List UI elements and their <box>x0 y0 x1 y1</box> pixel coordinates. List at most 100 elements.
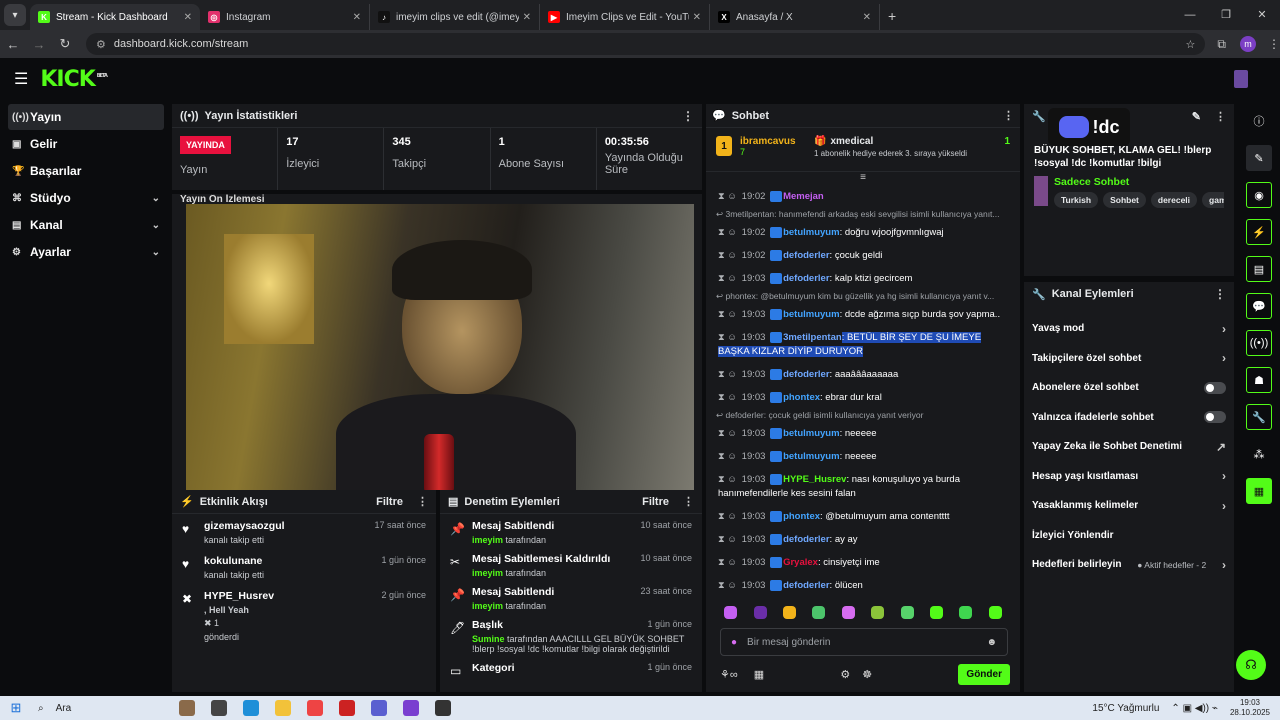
sidebar-item-yayın[interactable]: ((•)) Yayın <box>8 104 164 130</box>
taskbar-search[interactable]: Ara <box>56 703 72 714</box>
edit-icon[interactable]: ✎ <box>1246 145 1272 171</box>
edit-icon[interactable]: ✎ <box>1192 110 1201 123</box>
stream-tag[interactable]: gaming <box>1202 192 1224 208</box>
channel-action-yavaş-mod[interactable]: Yavaş mod › <box>1024 314 1234 344</box>
browser-tab[interactable]: X Anasayfa / X ✕ <box>710 4 880 30</box>
moderation-by-user[interactable]: imeyim <box>472 535 503 545</box>
toggle-switch[interactable] <box>1204 411 1226 424</box>
chevron-right-icon[interactable]: › <box>1222 469 1226 483</box>
send-button[interactable]: Gönder <box>958 663 1010 685</box>
chevron-right-icon[interactable]: › <box>1222 499 1226 513</box>
shield-icon[interactable]: ☗ <box>1246 367 1272 393</box>
chevron-right-icon[interactable]: › <box>1222 351 1226 365</box>
browser-tab[interactable]: K Stream - Kick Dashboard ✕ <box>30 4 200 30</box>
emoji-icon[interactable]: ☻ <box>986 637 997 648</box>
channel-action-yapay-zeka-ile-sohbet-denetimi[interactable]: Yapay Zeka ile Sohbet Denetimi ↗ <box>1024 432 1234 462</box>
gear-icon[interactable]: ⚙ <box>840 668 850 681</box>
chevron-down-icon[interactable]: ⌄ <box>152 247 160 258</box>
bookmark-star-icon[interactable]: ☆ <box>1186 38 1196 51</box>
chat-username[interactable]: defoderler <box>783 273 829 284</box>
stream-tag[interactable]: Sohbet <box>1103 192 1146 208</box>
settings-icon[interactable]: ⚘∞ <box>720 668 738 681</box>
chat-username[interactable]: defoderler <box>783 250 829 261</box>
chat-username[interactable]: betulmuyum <box>783 428 839 439</box>
chat-username[interactable]: phontex <box>783 511 820 522</box>
activity-filter-button[interactable]: Filtre <box>376 496 403 508</box>
moderation-by-user[interactable]: Sumine <box>472 634 505 644</box>
chat-username[interactable]: phontex <box>783 392 820 403</box>
site-info-icon[interactable]: ⚙ <box>96 38 106 51</box>
chat-username[interactable]: betulmuyum <box>783 309 839 320</box>
channel-action-abonelere-özel-sohbet[interactable]: Abonelere özel sohbet <box>1024 373 1234 403</box>
more-icon[interactable]: ⋮ <box>1215 110 1226 123</box>
forward-icon[interactable]: → <box>26 37 52 52</box>
close-tab-icon[interactable]: ✕ <box>863 12 871 23</box>
browser-menu-icon[interactable]: ⋮ <box>1268 37 1280 51</box>
camera-icon[interactable]: ◉ <box>1246 182 1272 208</box>
file-explorer-icon[interactable] <box>275 700 292 716</box>
search-icon[interactable]: ⌕ <box>38 703 44 714</box>
users-icon[interactable]: ⁂ <box>1246 441 1272 467</box>
close-tab-icon[interactable]: ✕ <box>523 12 531 23</box>
chrome-icon[interactable] <box>307 700 324 716</box>
emote-icon[interactable] <box>988 606 1002 619</box>
copilot-icon[interactable] <box>243 700 260 716</box>
external-link-icon[interactable]: ↗ <box>1216 440 1226 454</box>
clapper-icon[interactable]: ▦ <box>1246 478 1272 504</box>
gifter-name[interactable]: xmedical <box>830 136 873 147</box>
emote-icon[interactable] <box>959 606 973 619</box>
kick-logo[interactable]: KICK BETA <box>40 67 108 92</box>
channel-action-i-zleyici-yönlendir[interactable]: İzleyici Yönlendir <box>1024 521 1234 551</box>
moderation-by-user[interactable]: imeyim <box>472 568 503 578</box>
extensions-icon[interactable]: ⧉ <box>1217 37 1226 52</box>
pinned-user[interactable]: ibramcavus <box>740 136 800 147</box>
app-icon[interactable] <box>339 700 356 716</box>
store-icon[interactable]: ▦ <box>754 668 764 681</box>
app-icon[interactable] <box>403 700 420 716</box>
chat-username[interactable]: defoderler <box>783 534 829 545</box>
sidebar-item-ayarlar[interactable]: ⚙ Ayarlar ⌄ <box>8 239 164 265</box>
stream-tag[interactable]: dereceli <box>1150 192 1198 208</box>
emote-icon[interactable] <box>841 606 855 619</box>
category-name[interactable]: Sadece Sohbet <box>1054 176 1224 188</box>
emote-icon[interactable] <box>900 606 914 619</box>
wrench-icon[interactable]: 🔧 <box>1246 404 1272 430</box>
sidebar-item-başarılar[interactable]: 🏆 Başarılar <box>8 158 164 184</box>
sidebar-item-stüdyo[interactable]: ⌘ Stüdyo ⌄ <box>8 185 164 211</box>
chevron-right-icon[interactable]: › <box>1222 322 1226 336</box>
close-tab-icon[interactable]: ✕ <box>353 12 361 23</box>
tray-icons[interactable]: ⌃ ▣ ◀)) ⌁ <box>1171 703 1218 714</box>
tab-search-icon[interactable]: ▾ <box>4 4 26 26</box>
document-icon[interactable]: ▤ <box>1246 256 1272 282</box>
hamburger-menu-icon[interactable]: ☰ <box>14 69 28 89</box>
windows-start-icon[interactable]: ⊞ <box>4 696 28 720</box>
chat-username[interactable]: defoderler <box>783 369 829 380</box>
broadcast-icon[interactable]: ((•)) <box>1246 330 1272 356</box>
new-tab-button[interactable]: + <box>888 8 896 24</box>
toggle-switch[interactable] <box>1204 381 1226 394</box>
chat-icon[interactable]: 💬 <box>1246 293 1272 319</box>
browser-tab[interactable]: ♪ imeyim clips ve edit (@imeyim ✕ <box>370 4 540 30</box>
chat-username[interactable]: Gryalex <box>783 557 818 568</box>
back-icon[interactable]: ← <box>0 37 26 52</box>
more-icon[interactable]: ⋮ <box>683 495 694 508</box>
task-view-icon[interactable] <box>211 700 228 716</box>
chevron-down-icon[interactable]: ⌄ <box>152 220 160 231</box>
activity-user[interactable]: HYPE_Husrev <box>204 590 274 602</box>
more-icon[interactable]: ⋮ <box>1214 287 1226 301</box>
bolt-icon[interactable]: ⚡ <box>1246 219 1272 245</box>
moderation-filter-button[interactable]: Filtre <box>642 496 669 508</box>
profile-avatar[interactable]: m <box>1240 36 1256 52</box>
more-icon[interactable]: ⋮ <box>682 109 694 123</box>
weather-widget[interactable]: 15°C Yağmurlu <box>1092 703 1159 714</box>
channel-action-takipçilere-özel-sohbet[interactable]: Takipçilere özel sohbet › <box>1024 344 1234 374</box>
chevron-down-icon[interactable]: ⌄ <box>152 193 160 204</box>
chat-username[interactable]: defoderler <box>783 580 829 591</box>
chat-username[interactable]: betulmuyum <box>783 451 839 462</box>
close-window-button[interactable]: ✕ <box>1244 0 1280 30</box>
reload-icon[interactable]: ↻ <box>52 36 78 52</box>
user-avatar[interactable] <box>1234 70 1248 88</box>
sidebar-item-kanal[interactable]: ▤ Kanal ⌄ <box>8 212 164 238</box>
info-icon[interactable]: ⓘ <box>1246 108 1272 134</box>
browser-tab[interactable]: ▶ İmeyim Clips ve Edit - YouTube ✕ <box>540 4 710 30</box>
